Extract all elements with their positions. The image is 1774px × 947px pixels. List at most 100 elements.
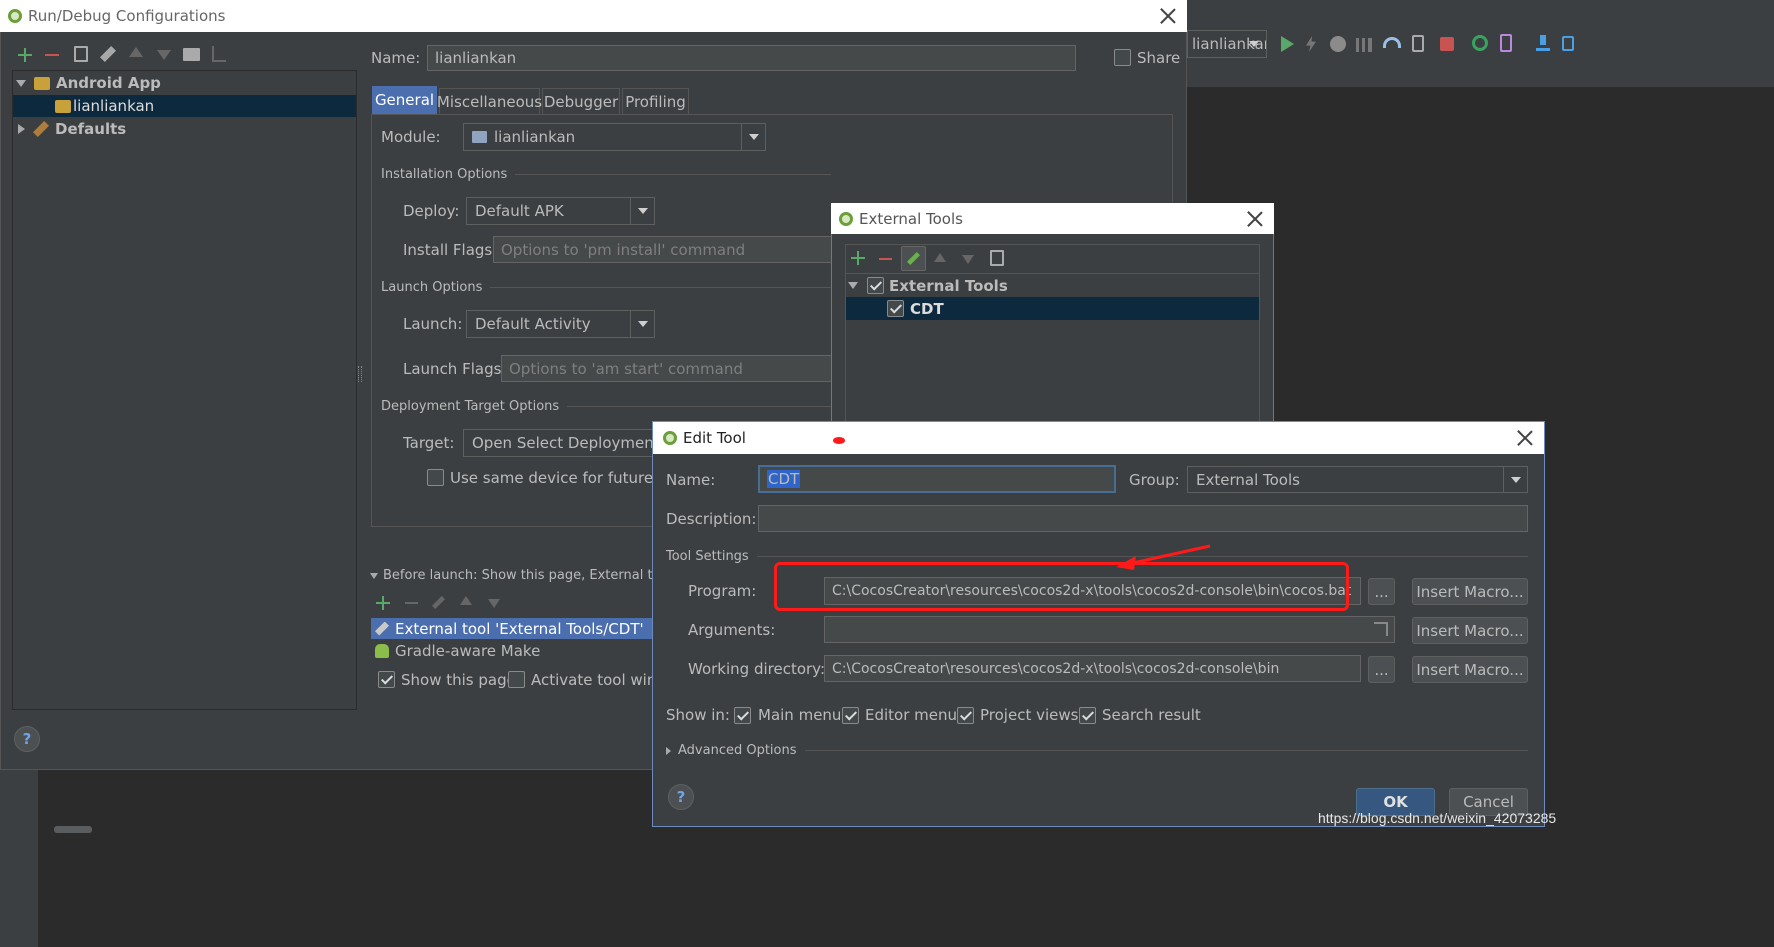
advanced-options-expander[interactable]: Advanced Options	[666, 743, 1528, 758]
before-launch-remove-icon[interactable]	[405, 602, 418, 604]
show-in-label: Show in:	[666, 706, 730, 724]
move-down-icon[interactable]	[157, 50, 171, 60]
device-icon[interactable]	[1562, 36, 1574, 51]
before-launch-down-icon[interactable]	[488, 599, 500, 608]
copy-config-icon[interactable]	[74, 46, 88, 62]
working-dir-browse-button[interactable]: ...	[1368, 656, 1395, 683]
sync-icon[interactable]	[1472, 35, 1488, 51]
search-result-label: Search result	[1102, 706, 1201, 724]
tab-general[interactable]: General	[372, 86, 437, 114]
ext-remove-icon[interactable]	[879, 258, 892, 260]
main-menu-checkbox[interactable]	[734, 707, 751, 724]
ext-add-icon[interactable]	[851, 251, 865, 265]
help-icon: ?	[676, 788, 686, 806]
description-input[interactable]	[758, 505, 1528, 532]
search-result-checkbox[interactable]	[1079, 707, 1096, 724]
deployment-target-title: Deployment Target Options	[381, 399, 831, 414]
annotation-dot	[833, 437, 845, 444]
ext-up-icon[interactable]	[934, 253, 946, 262]
tree-defaults[interactable]: Defaults	[16, 118, 346, 140]
before-launch-item[interactable]: Gradle-aware Make	[371, 640, 654, 661]
project-views-checkbox[interactable]	[957, 707, 974, 724]
run-icon[interactable]	[1281, 36, 1294, 52]
module-label: Module:	[381, 128, 441, 146]
arguments-input[interactable]	[824, 616, 1395, 643]
edit-tool-close-icon[interactable]	[1517, 430, 1533, 446]
run-debug-help-button[interactable]: ?	[14, 726, 40, 752]
ide-scrollbar[interactable]	[54, 826, 92, 833]
show-this-page-checkbox[interactable]	[378, 671, 395, 688]
tool-group-dropdown-icon[interactable]	[1503, 467, 1527, 492]
ext-group-checkbox[interactable]	[867, 277, 884, 294]
deploy-dropdown-icon[interactable]	[630, 198, 654, 224]
launch-dropdown-icon[interactable]	[630, 311, 654, 337]
module-combo[interactable]: lianliankan	[463, 123, 766, 151]
tree-lianliankan-label: lianliankan	[73, 97, 155, 115]
activate-tool-window-checkbox[interactable]	[508, 671, 525, 688]
run-debug-title: Run/Debug Configurations	[28, 7, 226, 25]
program-browse-button[interactable]: ...	[1368, 578, 1395, 605]
tab-profiling[interactable]: Profiling	[622, 88, 689, 114]
editor-menu-checkbox[interactable]	[842, 707, 859, 724]
add-config-icon[interactable]	[17, 47, 33, 63]
android-app-icon	[34, 76, 50, 90]
defaults-wrench-icon	[33, 121, 49, 137]
edit-tool-help-button[interactable]: ?	[668, 784, 694, 810]
remove-config-icon[interactable]	[45, 54, 59, 56]
splitter-handle[interactable]	[358, 366, 362, 382]
working-dir-input[interactable]: C:\CocosCreator\resources\cocos2d-x\tool…	[824, 655, 1361, 682]
before-launch-arrow-icon	[370, 572, 378, 579]
launch-combo[interactable]: Default Activity	[466, 310, 655, 338]
tab-general-label: General	[374, 91, 435, 109]
description-label: Description:	[666, 510, 757, 528]
target-combo[interactable]: Open Select Deployment Ta	[463, 429, 673, 457]
stop-icon[interactable]	[1440, 37, 1454, 51]
tool-group-label: Group:	[1129, 471, 1180, 489]
tab-miscellaneous[interactable]: Miscellaneous	[437, 88, 542, 114]
before-launch-item[interactable]: External tool 'External Tools/CDT'	[371, 618, 654, 639]
profile-icon[interactable]	[1356, 38, 1372, 52]
tool-name-input[interactable]: CDT	[758, 465, 1116, 493]
program-insert-macro-button[interactable]: Insert Macro...	[1412, 578, 1528, 605]
advanced-options-label: Advanced Options	[678, 743, 797, 758]
before-launch-expander[interactable]: Before launch: Show this page, External …	[370, 568, 676, 583]
ext-down-icon[interactable]	[962, 255, 974, 264]
expand-field-icon[interactable]	[1374, 622, 1388, 636]
ext-tree-item-cdt[interactable]	[846, 297, 1259, 320]
working-dir-insert-macro-button[interactable]: Insert Macro...	[1412, 656, 1528, 683]
ext-cdt-label: CDT	[910, 300, 944, 318]
move-up-icon[interactable]	[129, 47, 143, 57]
debug-icon[interactable]	[1330, 36, 1346, 52]
ext-expand-arrow-icon[interactable]	[848, 282, 858, 289]
attach-icon[interactable]	[1412, 35, 1424, 52]
tab-profiling-label: Profiling	[625, 92, 686, 111]
tool-group-combo[interactable]: External Tools	[1187, 466, 1528, 493]
coverage-icon[interactable]	[1383, 37, 1401, 48]
ext-copy-icon[interactable]	[990, 250, 1004, 266]
tree-android-app[interactable]: Android App	[16, 72, 346, 94]
launch-flags-input[interactable]: Options to 'am start' command	[501, 355, 833, 382]
module-dropdown-icon[interactable]	[741, 124, 765, 150]
arguments-insert-macro-button[interactable]: Insert Macro...	[1412, 617, 1528, 644]
tree-defaults-label: Defaults	[55, 120, 127, 138]
install-flags-input[interactable]: Options to 'pm install' command	[493, 236, 833, 263]
expand-arrow-icon[interactable]	[16, 79, 26, 87]
install-flags-label: Install Flags:	[403, 241, 498, 259]
same-device-checkbox[interactable]	[427, 469, 444, 486]
deploy-combo[interactable]: Default APK	[466, 197, 655, 225]
ext-cdt-checkbox[interactable]	[887, 300, 904, 317]
avd-manager-icon[interactable]	[1500, 34, 1512, 52]
tree-lianliankan[interactable]: lianliankan	[13, 95, 356, 117]
collapse-arrow-icon[interactable]	[18, 124, 25, 134]
before-launch-add-icon[interactable]	[376, 596, 390, 610]
module-value: lianliankan	[494, 128, 576, 146]
sort-icon[interactable]	[212, 46, 226, 62]
before-launch-up-icon[interactable]	[460, 596, 472, 605]
folder-icon[interactable]	[183, 48, 200, 61]
run-debug-close-icon[interactable]	[1160, 8, 1176, 24]
external-tools-close-icon[interactable]	[1247, 211, 1263, 227]
share-checkbox[interactable]	[1114, 49, 1131, 66]
run-config-selector[interactable]: lianliankan	[1187, 30, 1267, 58]
tab-debugger[interactable]: Debugger	[542, 88, 620, 114]
config-name-input[interactable]: lianliankan	[427, 45, 1076, 71]
